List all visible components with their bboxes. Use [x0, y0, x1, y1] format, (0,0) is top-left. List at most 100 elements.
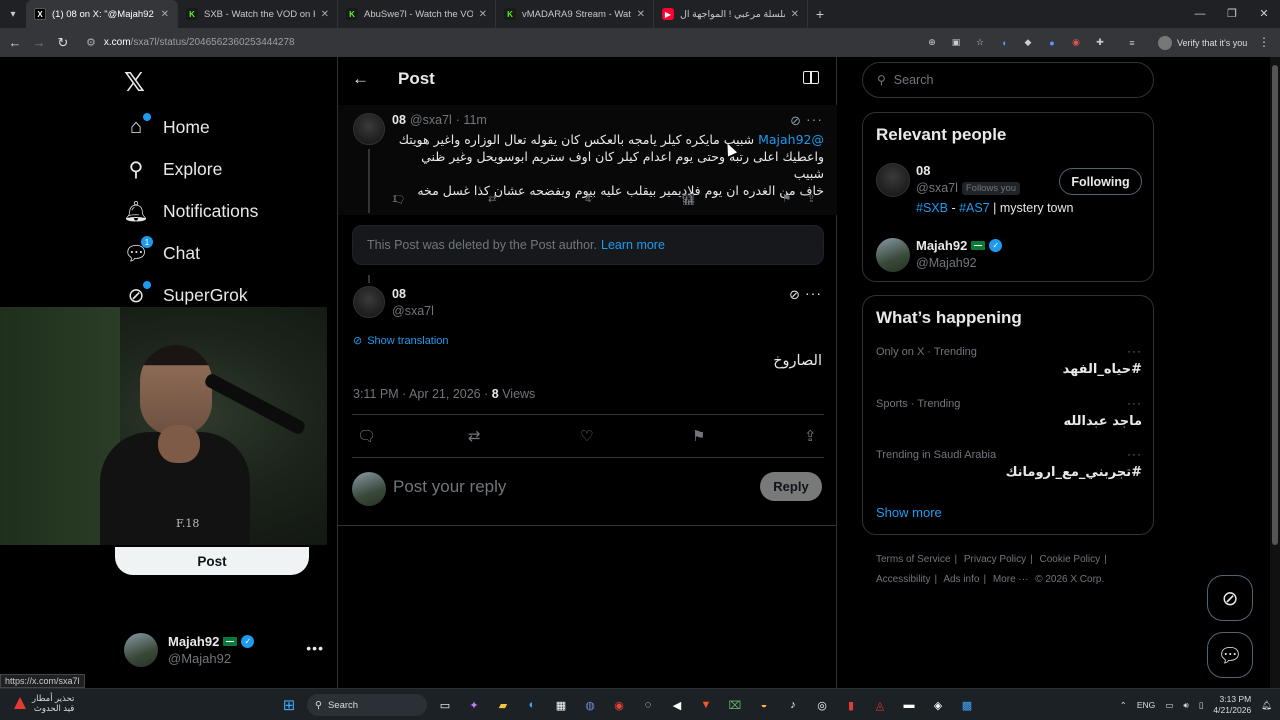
browser-tab[interactable]: K SXB - Watch the VOD on Kick ✕ — [178, 0, 338, 28]
back-arrow-icon[interactable]: ← — [3, 35, 27, 50]
extension-icon[interactable]: ● — [1045, 36, 1059, 50]
app-icon[interactable]: ▮ — [840, 694, 862, 716]
app-icon[interactable]: ◬ — [869, 694, 891, 716]
battery-icon[interactable]: ▯ — [1199, 700, 1204, 711]
new-tab-button[interactable]: + — [808, 6, 832, 22]
hashtag-link[interactable]: #SXB — [916, 201, 948, 215]
extension-icon[interactable]: ◉ — [1069, 36, 1083, 50]
app-icon[interactable]: ▬ — [898, 694, 920, 716]
app-icon[interactable]: ⌧ — [724, 694, 746, 716]
edge-icon[interactable]: ◐ — [521, 694, 543, 716]
avatar[interactable] — [353, 286, 385, 318]
notification-icon[interactable]: 🔔︎ — [1261, 700, 1272, 711]
accessibility-link[interactable]: Accessibility — [876, 574, 930, 585]
minimize-icon[interactable]: — — [1184, 0, 1216, 28]
author-handle[interactable]: @sxa7l — [410, 113, 452, 127]
profile-verify-button[interactable]: Verify that it's you — [1158, 33, 1247, 52]
show-translation-link[interactable]: ⊘ Show translation — [353, 334, 449, 348]
zoom-icon[interactable]: ⊕ — [925, 36, 939, 50]
bookmark-icon[interactable]: ⚑ — [782, 193, 791, 205]
page-scrollbar[interactable] — [1270, 57, 1280, 688]
person-name[interactable]: Majah92 — [916, 238, 967, 253]
grok-fab-button[interactable]: ⊘ — [1207, 575, 1253, 621]
brave-icon[interactable]: ▼ — [695, 694, 717, 716]
file-explorer-icon[interactable]: ▰ — [492, 694, 514, 716]
app-icon[interactable]: ◀ — [666, 694, 688, 716]
browser-menu-icon[interactable]: ⋮ — [1258, 35, 1270, 49]
following-button[interactable]: Following — [1059, 168, 1142, 195]
show-more-link[interactable]: Show more — [876, 505, 942, 520]
person-name[interactable]: 08 — [916, 163, 930, 178]
tweet-time[interactable]: · 11m — [456, 113, 487, 127]
browser-tab[interactable]: K vMADARA9 Stream - Watch Liv ✕ — [496, 0, 654, 28]
reply-button[interactable]: Reply — [760, 472, 822, 501]
cast-icon[interactable]: ▣ — [949, 36, 963, 50]
bookmark-icon[interactable]: ⚑ — [692, 427, 705, 445]
privacy-link[interactable]: Privacy Policy — [964, 554, 1026, 565]
site-info-icon[interactable]: ⚙ — [86, 36, 96, 49]
close-tab-icon[interactable]: ✕ — [161, 9, 169, 20]
windows-start-icon[interactable]: ⊞ — [278, 694, 300, 716]
ads-info-link[interactable]: Ads info — [943, 574, 979, 585]
parent-tweet[interactable]: 08 @sxa7l · 11m ⊘ ··· @Majah92 شبيب مايك… — [338, 105, 837, 215]
share-icon[interactable]: ⇪ — [804, 427, 817, 445]
more-options-icon[interactable]: ··· — [805, 285, 822, 301]
close-window-icon[interactable]: ✕ — [1248, 0, 1280, 28]
clock[interactable]: 3:13 PM 4/21/2026 — [1213, 694, 1251, 716]
nav-item-explore[interactable]: ⚲ Explore — [124, 153, 223, 185]
browser-tab[interactable]: K AbuSwe7l - Watch the VOD on ✕ — [338, 0, 496, 28]
back-arrow-icon[interactable]: ← — [352, 69, 369, 89]
address-bar[interactable]: ⚙ x.com/sxa7l/status/2046562360253444278 — [82, 31, 912, 54]
close-tab-icon[interactable]: ✕ — [791, 9, 799, 20]
extension-icon[interactable]: ◆ — [1021, 36, 1035, 50]
cookie-link[interactable]: Cookie Policy — [1040, 554, 1101, 565]
messages-fab-button[interactable]: 💬︎ — [1207, 632, 1253, 678]
app-icon[interactable]: ◎ — [811, 694, 833, 716]
close-tab-icon[interactable]: ✕ — [479, 9, 487, 20]
extension-icon[interactable]: ◖ — [997, 36, 1011, 50]
trend-item[interactable]: Only on X · Trending ··· #حياه_الفهد — [876, 344, 1142, 377]
discord-icon[interactable]: ◍ — [579, 694, 601, 716]
close-tab-icon[interactable]: ✕ — [321, 9, 329, 20]
more-options-icon[interactable]: ··· — [1127, 447, 1142, 461]
chrome-icon[interactable]: ◉ — [608, 694, 630, 716]
bookmark-star-icon[interactable]: ☆ — [973, 36, 987, 50]
taskbar-search[interactable]: ⚲ Search — [307, 694, 427, 716]
author-name[interactable]: 08 — [392, 113, 406, 127]
reload-icon[interactable]: ↻ — [51, 35, 75, 51]
learn-more-link[interactable]: Learn more — [601, 238, 665, 252]
app-icon[interactable]: ◌ — [637, 694, 659, 716]
copilot-icon[interactable]: ✦ — [463, 694, 485, 716]
account-switcher[interactable]: Majah92 ✓ @Majah92 ••• — [124, 630, 324, 670]
reading-list-icon[interactable]: ≡ — [1125, 36, 1139, 50]
share-icon[interactable]: ⇪ — [807, 193, 816, 205]
more-options-icon[interactable]: ••• — [306, 640, 324, 656]
chevron-up-icon[interactable]: ⌃ — [1120, 700, 1127, 711]
app-icon[interactable]: ◒ — [753, 694, 775, 716]
volume-icon[interactable]: 🔊︎ — [1183, 700, 1188, 711]
browser-tab-active[interactable]: X (1) 08 on X: "@Majah92 الصاروخ ✕ — [26, 0, 178, 28]
tab-search-menu-button[interactable]: ▾ — [0, 0, 26, 28]
more-link[interactable]: More ··· — [993, 574, 1029, 585]
network-icon[interactable]: ▭ — [1165, 700, 1173, 711]
weather-widget[interactable]: تحذير أمطار قيد الحدوث — [14, 693, 74, 713]
grok-icon[interactable]: ⊘ — [790, 113, 801, 129]
browser-tab[interactable]: ▶ نهاية سلسلة مرعبي ! المواجهة ال ✕ — [654, 0, 808, 28]
heart-icon[interactable]: ♡ — [580, 427, 593, 445]
more-options-icon[interactable]: ··· — [806, 111, 823, 127]
nav-item-chat[interactable]: 💬︎ 1 Chat — [123, 236, 200, 269]
trend-item[interactable]: Sports · Trending ··· ماجد عبدالله — [876, 396, 1142, 429]
avatar[interactable] — [353, 113, 385, 145]
reply-input[interactable]: Post your reply — [393, 477, 506, 497]
forward-arrow-icon[interactable]: → — [27, 35, 51, 50]
more-options-icon[interactable]: ··· — [1127, 396, 1142, 410]
extensions-puzzle-icon[interactable]: ✚ — [1093, 36, 1107, 50]
nav-item-home[interactable]: ⌂ Home — [124, 111, 210, 143]
mention-link[interactable]: @Majah92 — [758, 132, 824, 147]
reader-mode-icon[interactable] — [803, 71, 819, 84]
app-icon[interactable]: ▩ — [956, 694, 978, 716]
task-view-icon[interactable]: ▭ — [434, 694, 456, 716]
tiktok-icon[interactable]: ♪ — [782, 694, 804, 716]
trend-item[interactable]: Trending in Saudi Arabia ··· #تجربني_مع_… — [876, 447, 1142, 480]
author-handle[interactable]: @sxa7l — [392, 304, 434, 318]
